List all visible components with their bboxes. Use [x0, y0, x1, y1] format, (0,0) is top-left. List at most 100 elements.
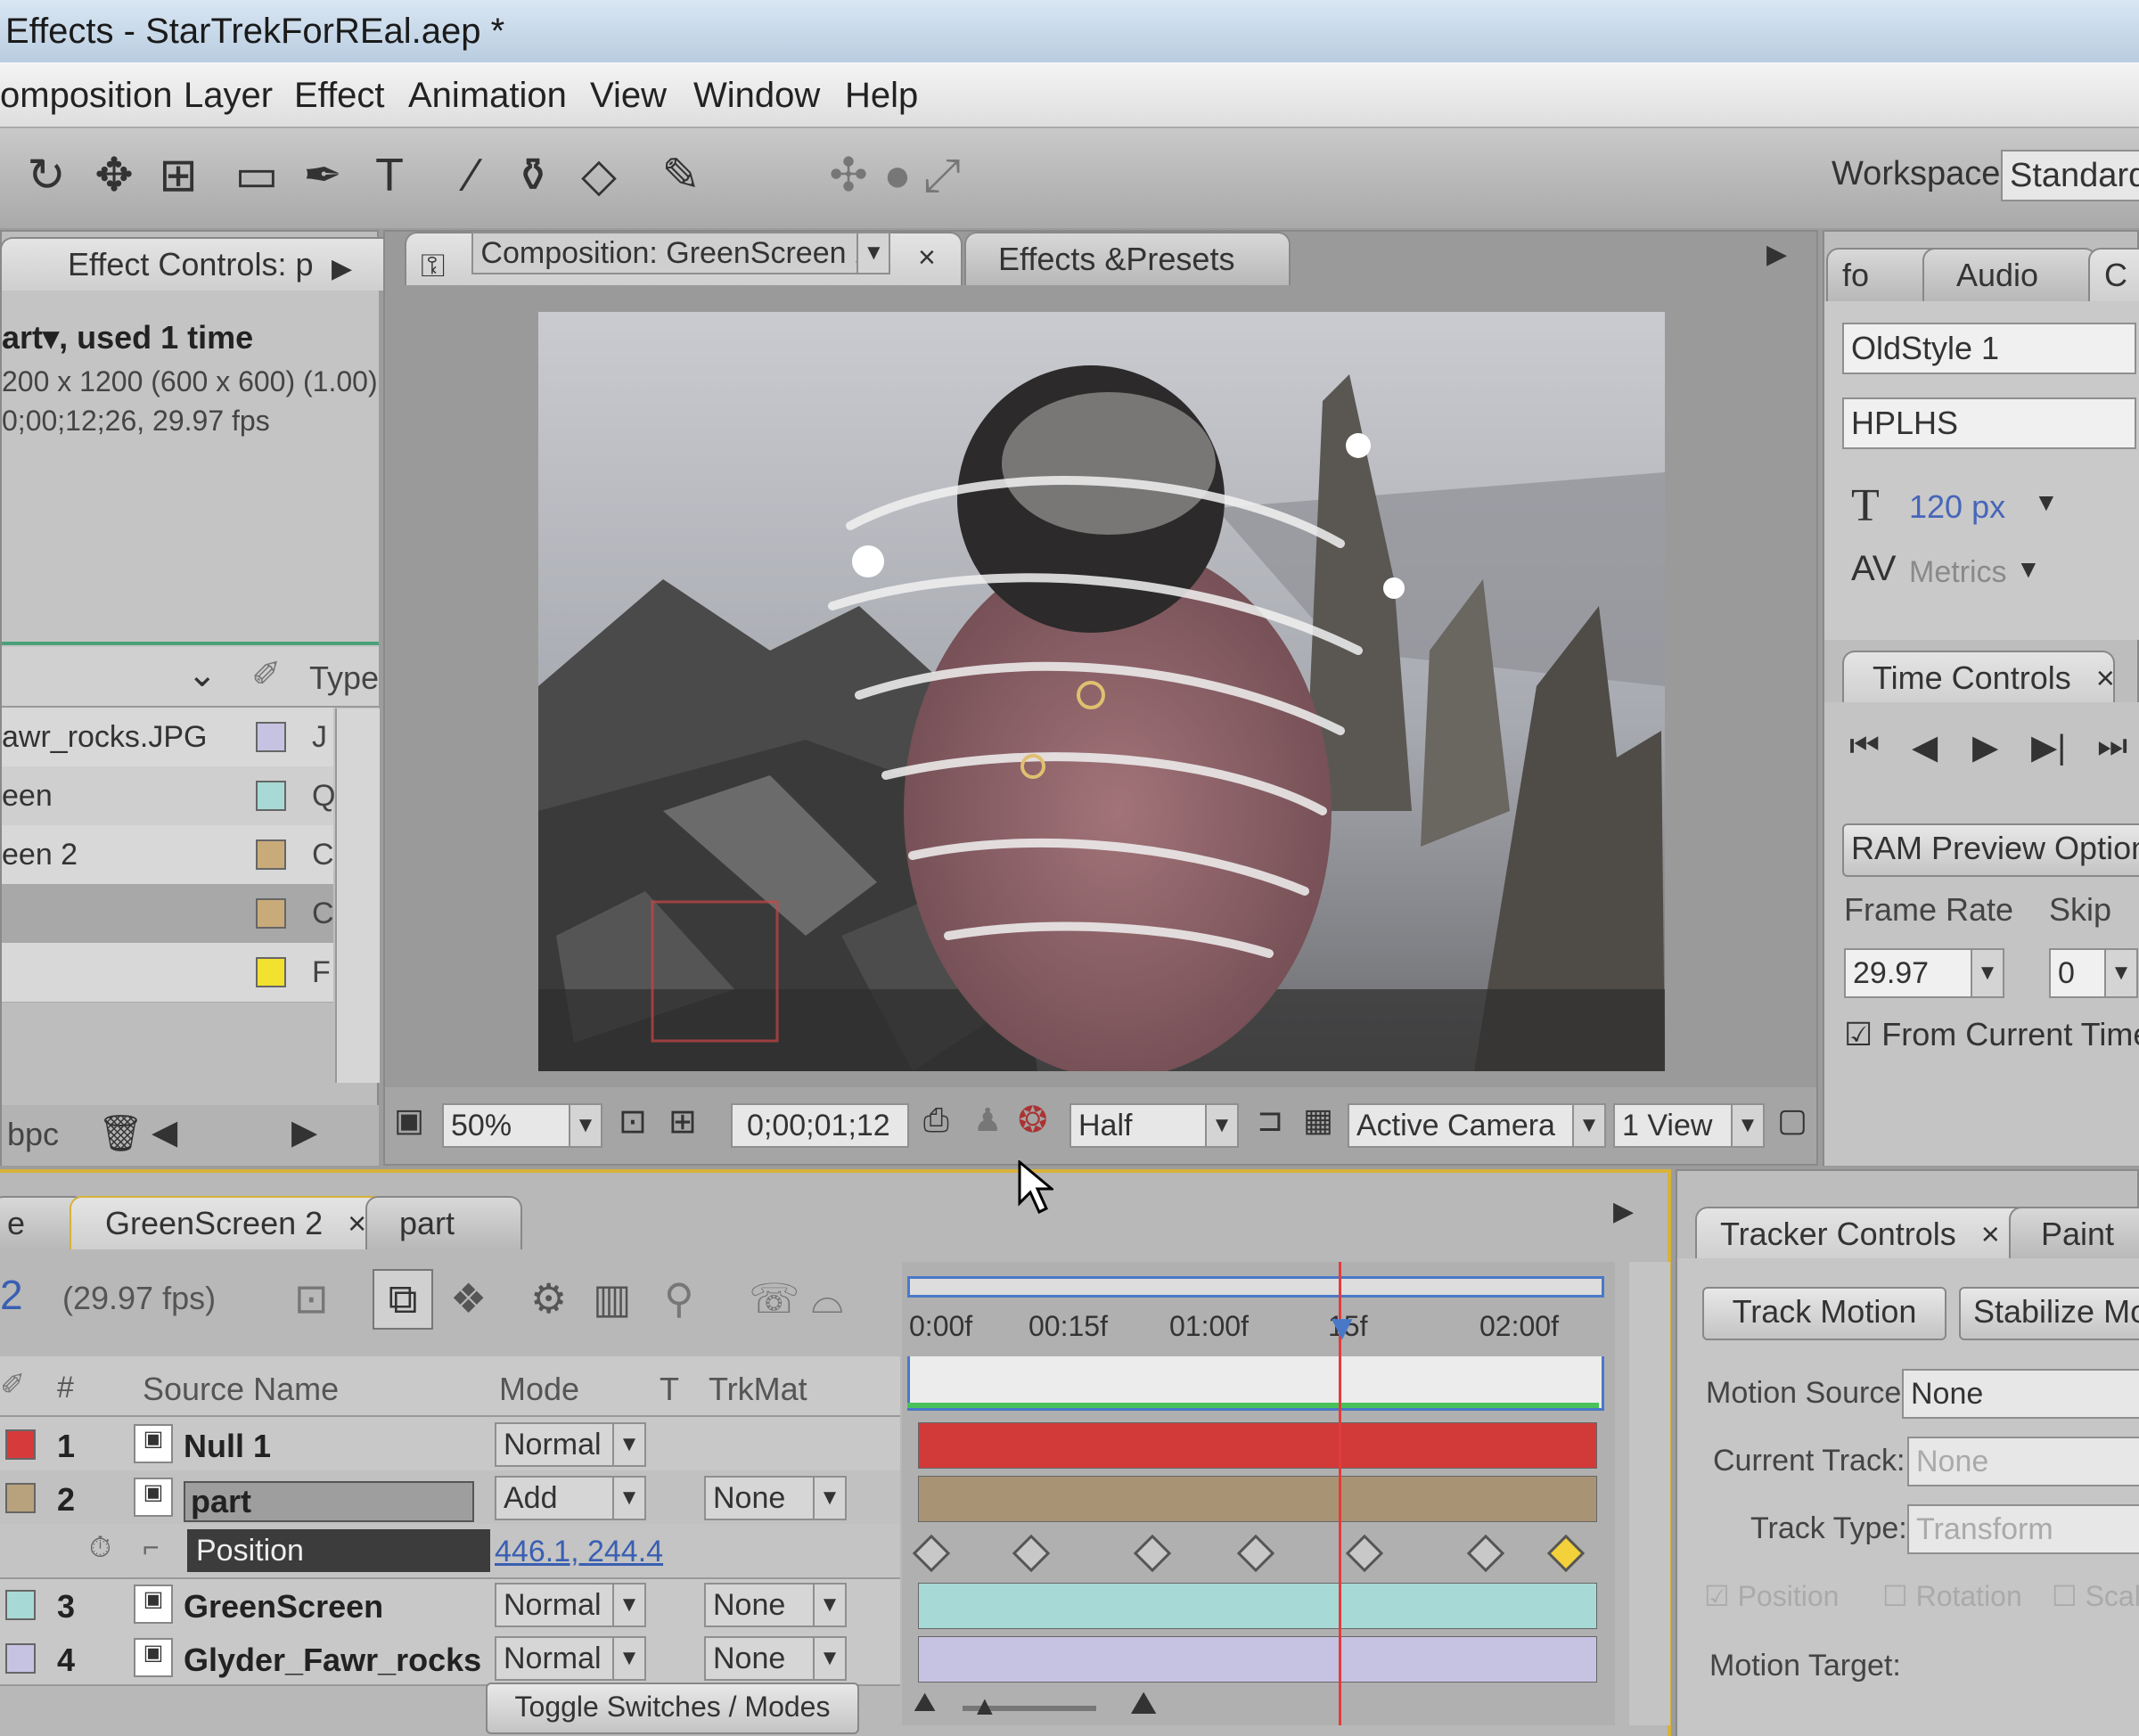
label-color-swatch[interactable]	[256, 781, 286, 811]
color-channels-icon[interactable]: ❂	[1018, 1100, 1048, 1141]
chevron-down-icon[interactable]: ▼	[2016, 555, 2041, 584]
menu-window[interactable]: Window	[693, 62, 820, 128]
rotation-checkbox[interactable]: ☐ Rotation	[1882, 1579, 2022, 1613]
stabilize-motion-button[interactable]: Stabilize Mot	[1959, 1287, 2139, 1340]
keyframe-marker[interactable]	[912, 1534, 951, 1573]
scale-checkbox[interactable]: ☐ Scal	[2052, 1579, 2139, 1613]
project-list-item[interactable]: een 2 C	[2, 825, 334, 885]
col-type-header[interactable]: Type	[309, 659, 379, 697]
show-snapshot-icon[interactable]: ♟	[973, 1101, 1002, 1139]
keyframe-marker[interactable]	[1466, 1534, 1505, 1573]
close-icon[interactable]: ×	[348, 1205, 366, 1241]
always-preview-icon[interactable]: ▣	[394, 1101, 424, 1139]
layer-source-name[interactable]: Null 1	[184, 1428, 271, 1465]
hide-shy-layers-icon[interactable]: ❖	[450, 1274, 487, 1322]
first-frame-icon[interactable]: ⏮	[1849, 727, 1880, 766]
zoom-out-icon[interactable]: ⛰	[914, 1688, 936, 1718]
kerning-value[interactable]: Metrics	[1909, 555, 2007, 590]
timeline-layer-row[interactable]: 1 ▣ Null 1 Normal ▼	[0, 1417, 900, 1472]
ram-preview-options[interactable]: RAM Preview Options	[1842, 823, 2139, 877]
transparency-grid-icon[interactable]: ▦	[1303, 1101, 1333, 1139]
property-name[interactable]: Position	[187, 1529, 490, 1572]
close-icon[interactable]: ×	[918, 241, 936, 275]
layer-duration-bar[interactable]	[918, 1476, 1597, 1522]
camera-view-select[interactable]: Active Camera ▼	[1348, 1103, 1606, 1148]
chevron-down-icon[interactable]: ▼	[2034, 488, 2059, 517]
tab-greenscreen-2[interactable]: GreenScreen 2 ×	[70, 1196, 387, 1249]
fit-icon[interactable]: ⊡	[619, 1101, 647, 1142]
label-color-swatch[interactable]	[256, 898, 286, 929]
layer-label-swatch[interactable]	[5, 1429, 36, 1460]
time-graph[interactable]: 0:00f 00:15f 01:00f 15f 02:00f ▼	[902, 1262, 1615, 1725]
brainstorm-icon[interactable]: ⚲	[664, 1274, 694, 1322]
layer-label-swatch[interactable]	[5, 1590, 36, 1620]
bpc-label[interactable]: bpc	[7, 1116, 59, 1153]
zoom-in-icon[interactable]: ⛰	[1130, 1684, 1157, 1723]
panel-menu-icon[interactable]: ▶	[1613, 1196, 1634, 1227]
workspace-select[interactable]: Standard	[2001, 150, 2139, 201]
scroll-left-icon[interactable]: ◀	[152, 1112, 177, 1152]
tab-part[interactable]: part	[365, 1196, 522, 1249]
pan-behind-tool-icon[interactable]: ✥	[86, 144, 143, 207]
keyframe-marker[interactable]	[1012, 1534, 1051, 1573]
magnification-select[interactable]: 50% ▼	[442, 1103, 602, 1148]
menu-animation[interactable]: Animation	[408, 62, 567, 128]
playhead-icon[interactable]: ▼	[1324, 1308, 1360, 1348]
tab-tracker-controls[interactable]: Tracker Controls ×	[1695, 1207, 2030, 1260]
axis-view-tool-icon[interactable]: ⤢	[914, 144, 971, 207]
eraser-tool-icon[interactable]: ◇	[570, 144, 627, 207]
from-current-time-checkbox[interactable]: ☑ From Current Time	[1844, 1016, 2139, 1053]
timeline-scrollbar[interactable]	[1629, 1262, 1670, 1725]
col-source-name-header[interactable]: Source Name	[143, 1371, 339, 1408]
panel-menu-icon[interactable]: ▶	[332, 253, 352, 284]
label-color-swatch[interactable]	[256, 839, 286, 870]
col-trkmat-header[interactable]: TrkMat	[709, 1371, 807, 1408]
menu-composition[interactable]: omposition	[0, 62, 172, 128]
auto-keyframe-icon[interactable]: ☏	[749, 1274, 800, 1322]
trash-icon[interactable]: 🗑	[98, 1112, 143, 1154]
tab-effects-presets[interactable]: Effects &Presets	[964, 232, 1291, 285]
current-time-field[interactable]: 0;00;01;12	[731, 1103, 909, 1148]
keyframe-marker[interactable]	[1133, 1534, 1172, 1573]
rotate-tool-icon[interactable]: ↻	[18, 144, 75, 207]
resolution-select[interactable]: Half ▼	[1070, 1103, 1239, 1148]
project-list-item[interactable]: C	[2, 884, 334, 944]
frame-rate-select[interactable]: 29.97 ▼	[1844, 948, 2004, 998]
tab-composition[interactable]: ⚿ Composition: GreenScreen 2 ▼	[405, 232, 963, 285]
project-scrollbar[interactable]	[335, 708, 380, 1083]
play-icon[interactable]: ▶	[1972, 727, 1998, 767]
layer-source-name[interactable]: Glyder_Fawr_rocks	[184, 1642, 481, 1679]
timeline-layer-row[interactable]: 3 ▣ GreenScreen Normal ▼ None ▼	[0, 1577, 900, 1633]
menu-layer[interactable]: Layer	[184, 62, 273, 128]
camera-tool-icon[interactable]: ⊞	[150, 144, 207, 207]
layer-mode-select[interactable]: Normal ▼	[495, 1583, 646, 1627]
brush-tool-icon[interactable]: ⁄	[444, 144, 501, 207]
keyframe-marker[interactable]	[1236, 1534, 1275, 1573]
draft-3d-icon[interactable]: ⧉	[373, 1269, 433, 1330]
layer-trkmat-select[interactable]: None ▼	[704, 1636, 847, 1681]
property-value[interactable]: 446.1, 244.4	[495, 1535, 663, 1569]
tab-audio[interactable]: Audio	[1922, 248, 2097, 301]
layer-source-name[interactable]: GreenScreen	[184, 1588, 383, 1625]
timeline-layer-row[interactable]: 4 ▣ Glyder_Fawr_rocks Normal ▼ None ▼	[0, 1631, 900, 1686]
keyframe-marker[interactable]	[1546, 1534, 1586, 1573]
layer-source-name[interactable]: part	[184, 1481, 474, 1522]
graph-icon[interactable]: ⌐	[143, 1531, 160, 1564]
motion-blur-icon[interactable]: ▥	[593, 1274, 631, 1322]
last-frame-icon[interactable]: ⏭	[2097, 727, 2127, 766]
layer-mode-select[interactable]: Add ▼	[495, 1476, 646, 1520]
next-frame-icon[interactable]: ▶|	[2031, 727, 2066, 767]
motion-source-select[interactable]: None	[1902, 1369, 2139, 1419]
tab-character[interactable]: C	[2088, 248, 2139, 301]
label-color-swatch[interactable]	[256, 722, 286, 752]
font-family-select[interactable]: OldStyle 1	[1842, 323, 2136, 374]
chevron-down-icon[interactable]: ⌄	[187, 654, 217, 695]
project-list-item[interactable]: awr_rocks.JPG J	[2, 708, 333, 767]
menu-help[interactable]: Help	[845, 62, 918, 128]
skip-select[interactable]: 0 ▼	[2049, 948, 2138, 998]
graph-editor-icon[interactable]: ⌓	[811, 1274, 843, 1324]
label-color-swatch[interactable]	[256, 957, 286, 987]
close-icon[interactable]: ×	[1981, 1216, 2000, 1252]
project-list-item[interactable]: een Q	[2, 766, 335, 826]
col-mode-header[interactable]: Mode	[499, 1371, 579, 1408]
